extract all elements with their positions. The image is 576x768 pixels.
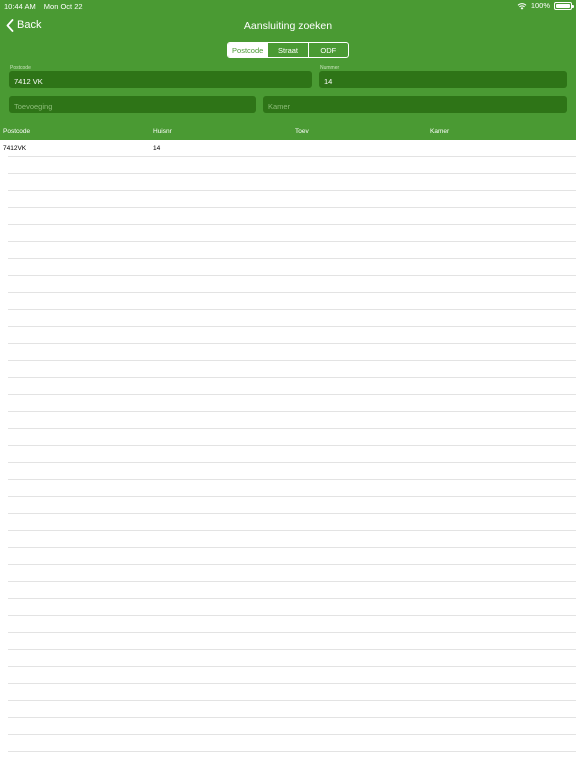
- table-row-empty: [0, 157, 576, 174]
- table-row-empty: [0, 565, 576, 582]
- column-header-kamer[interactable]: Kamer: [430, 128, 449, 135]
- battery-icon: [554, 1, 574, 10]
- table-row-empty: [0, 582, 576, 599]
- kamer-field-container: [263, 96, 567, 115]
- table-row-empty: [0, 429, 576, 446]
- battery-fill: [556, 3, 570, 8]
- table-row-empty: [0, 310, 576, 327]
- segment-postcode[interactable]: Postcode: [228, 43, 268, 57]
- table-row-empty: [0, 191, 576, 208]
- results-table: 7412VK 14: [0, 140, 576, 768]
- table-row-empty: [0, 208, 576, 225]
- table-row-empty: [0, 718, 576, 735]
- nummer-input[interactable]: [319, 73, 567, 90]
- table-row-empty: [0, 531, 576, 548]
- segment-straat[interactable]: Straat: [267, 43, 307, 57]
- table-row-empty: [0, 514, 576, 531]
- table-row-empty: [0, 497, 576, 514]
- table-row-empty: [0, 548, 576, 565]
- table-row-empty: [0, 174, 576, 191]
- segment-odf[interactable]: ODF: [307, 43, 348, 57]
- cell-huisnr: 14: [153, 145, 161, 152]
- table-row-empty: [0, 327, 576, 344]
- table-row-empty: [0, 378, 576, 395]
- table-row-empty: [0, 735, 576, 752]
- table-row-empty: [0, 616, 576, 633]
- table-row-empty: [0, 276, 576, 293]
- header: 10:44 AM Mon Oct 22 100% Back Aansluitin…: [0, 0, 576, 124]
- status-bar: 10:44 AM Mon Oct 22 100%: [0, 0, 576, 12]
- table-row-empty: [0, 344, 576, 361]
- column-header-toev[interactable]: Toev: [295, 128, 309, 135]
- table-row-empty: [0, 225, 576, 242]
- wifi-icon: [517, 2, 527, 10]
- nummer-field-container: [319, 71, 567, 90]
- postcode-input[interactable]: [9, 73, 312, 90]
- table-row-empty: [0, 446, 576, 463]
- status-left: 10:44 AM Mon Oct 22: [4, 2, 83, 11]
- table-row-empty: [0, 701, 576, 718]
- table-row-empty: [0, 412, 576, 429]
- column-header-huisnr[interactable]: Huisnr: [153, 128, 172, 135]
- table-row-empty: [0, 480, 576, 497]
- table-row-empty: [0, 667, 576, 684]
- toevoeging-field-container: [9, 96, 256, 115]
- table-row-empty: [0, 361, 576, 378]
- toevoeging-input[interactable]: [9, 98, 256, 115]
- table-row-empty: [0, 242, 576, 259]
- status-right: 100%: [517, 1, 574, 10]
- column-header-postcode[interactable]: Postcode: [3, 128, 30, 135]
- table-row-empty: [0, 395, 576, 412]
- table-row-empty: [0, 633, 576, 650]
- page-title: Aansluiting zoeken: [243, 20, 333, 32]
- battery-percentage: 100%: [530, 1, 550, 10]
- postcode-field-container: [9, 71, 312, 90]
- cell-postcode: 7412VK: [3, 145, 27, 152]
- table-row-empty: [0, 259, 576, 276]
- table-row-empty: [0, 599, 576, 616]
- search-mode-segmented-control: Postcode Straat ODF: [227, 42, 349, 58]
- table-row-empty: [0, 293, 576, 310]
- table-row[interactable]: 7412VK 14: [0, 140, 576, 157]
- table-row-empty: [0, 650, 576, 667]
- kamer-input[interactable]: [263, 98, 567, 115]
- table-row-empty: [0, 463, 576, 480]
- table-row-empty: [0, 684, 576, 701]
- status-time: 10:44 AM: [4, 2, 36, 11]
- table-header: Postcode Huisnr Toev Kamer: [0, 124, 576, 140]
- status-date: Mon Oct 22: [43, 2, 83, 11]
